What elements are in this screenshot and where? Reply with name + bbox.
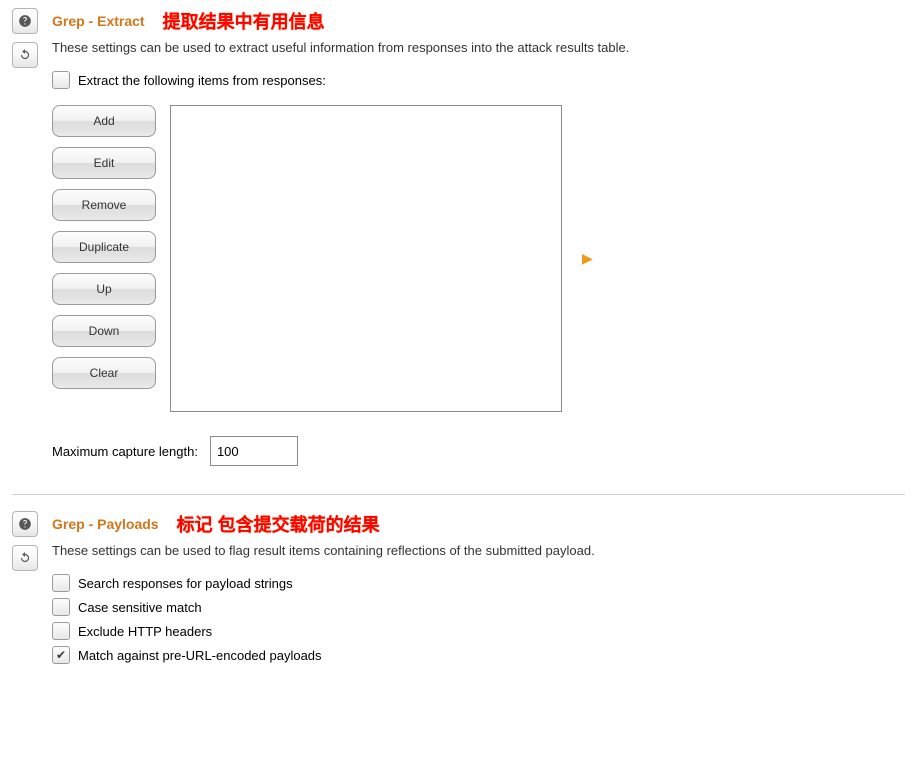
extract-items-checkbox[interactable] (52, 71, 70, 89)
search-responses-label: Search responses for payload strings (78, 576, 293, 591)
match-pre-url-label: Match against pre-URL-encoded payloads (78, 648, 322, 663)
reset-icon[interactable] (12, 545, 38, 571)
max-capture-label: Maximum capture length: (52, 444, 198, 459)
case-sensitive-label: Case sensitive match (78, 600, 202, 615)
search-responses-checkbox[interactable] (52, 574, 70, 592)
exclude-headers-checkbox[interactable] (52, 622, 70, 640)
max-capture-input[interactable] (210, 436, 298, 466)
payloads-annotation: 标记 包含提交载荷的结果 (177, 511, 380, 537)
add-button[interactable]: Add (52, 105, 156, 137)
grep-payloads-section: Grep - Payloads 标记 包含提交载荷的结果 These setti… (0, 503, 917, 690)
edit-button[interactable]: Edit (52, 147, 156, 179)
grep-extract-section: Grep - Extract 提取结果中有用信息 These settings … (0, 0, 917, 486)
clear-button[interactable]: Clear (52, 357, 156, 389)
match-pre-url-checkbox[interactable] (52, 646, 70, 664)
case-sensitive-checkbox[interactable] (52, 598, 70, 616)
section-divider (12, 494, 905, 495)
up-button[interactable]: Up (52, 273, 156, 305)
payloads-desc: These settings can be used to flag resul… (52, 543, 905, 558)
extract-title: Grep - Extract (52, 13, 145, 29)
duplicate-button[interactable]: Duplicate (52, 231, 156, 263)
exclude-headers-label: Exclude HTTP headers (78, 624, 212, 639)
help-icon[interactable] (12, 8, 38, 34)
extract-desc: These settings can be used to extract us… (52, 40, 905, 55)
extract-items-listbox[interactable] (170, 105, 562, 412)
down-button[interactable]: Down (52, 315, 156, 347)
extract-items-label: Extract the following items from respons… (78, 73, 326, 88)
reset-icon[interactable] (12, 42, 38, 68)
payloads-title: Grep - Payloads (52, 516, 159, 532)
remove-button[interactable]: Remove (52, 189, 156, 221)
help-icon[interactable] (12, 511, 38, 537)
play-arrow-icon: ▶ (582, 250, 593, 267)
extract-annotation: 提取结果中有用信息 (163, 8, 325, 34)
